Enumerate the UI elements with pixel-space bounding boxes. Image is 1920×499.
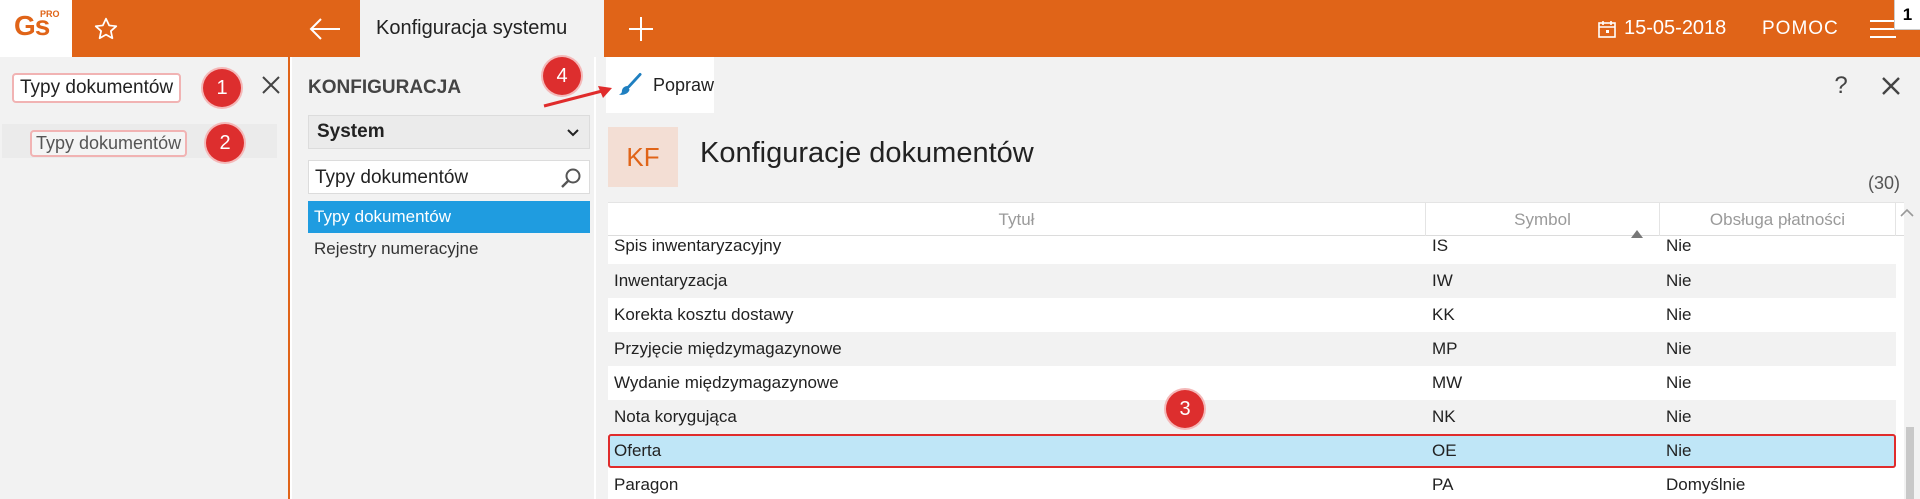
callout-3: 3	[1166, 390, 1204, 428]
close-icon[interactable]	[1876, 71, 1906, 101]
callout-1: 1	[203, 69, 241, 107]
configuration-title: KONFIGURACJA	[308, 77, 462, 98]
cell-title: Nota korygująca	[614, 407, 737, 426]
column-header-symbol[interactable]: Symbol	[1426, 203, 1660, 238]
table-row[interactable]: Spis inwentaryzacyjny IS Nie	[608, 236, 1896, 264]
cell-title: Przyjęcie międzymagazynowe	[614, 339, 842, 358]
vertical-scrollbar-thumb[interactable]	[1906, 427, 1914, 499]
cell-payment: Nie	[1666, 236, 1692, 255]
step-badge: 1	[1894, 0, 1920, 30]
edit-button[interactable]: Popraw	[606, 57, 714, 113]
back-arrow-icon[interactable]	[295, 0, 355, 57]
record-count: (30)	[1868, 173, 1901, 193]
cell-title: Inwentaryzacja	[614, 271, 728, 290]
cell-symbol: PA	[1432, 475, 1454, 494]
cell-payment: Nie	[1666, 407, 1692, 426]
configuration-panel: KONFIGURACJA System Typy dokumentów Typy…	[292, 57, 594, 499]
edit-button-label: Popraw	[652, 74, 714, 95]
nav-item-rejestry-numeracyjne[interactable]: Rejestry numeracyjne	[308, 233, 590, 265]
search-input[interactable]: Typy dokumentów	[12, 73, 182, 103]
cell-symbol: MP	[1432, 339, 1458, 358]
table-header: Tytuł Symbol Obsługa płatności	[608, 203, 1904, 238]
cell-title: Oferta	[614, 441, 662, 460]
date-display[interactable]: 15-05-2018	[1598, 0, 1726, 57]
cell-title: Wydanie międzymagazynowe	[614, 373, 839, 392]
cell-payment: Nie	[1666, 373, 1692, 392]
plus-icon[interactable]	[615, 0, 667, 57]
search-panel: Typy dokumentów Typy dokumentów	[0, 57, 290, 499]
system-select[interactable]: System	[308, 115, 590, 149]
app-logo[interactable]: Gs PRO	[0, 0, 72, 57]
documents-table: Tytuł Symbol Obsługa płatności Spis inwe…	[608, 202, 1904, 499]
cell-payment: Nie	[1666, 271, 1692, 290]
search-icon[interactable]	[559, 166, 583, 195]
table-row[interactable]: Wydanie międzymagazynowe MW Nie	[608, 366, 1896, 400]
table-row[interactable]: Przyjęcie międzymagazynowe MP Nie	[608, 332, 1896, 366]
cell-payment: Nie	[1666, 305, 1692, 324]
config-filter-value: Typy dokumentów	[315, 167, 469, 188]
cell-symbol: KK	[1432, 305, 1455, 324]
column-header-obsluga-platnosci[interactable]: Obsługa płatności	[1660, 203, 1896, 236]
cell-payment: Nie	[1666, 339, 1692, 358]
date-text: 15-05-2018	[1624, 17, 1727, 39]
cell-symbol: IW	[1432, 271, 1453, 290]
star-icon[interactable]	[72, 0, 140, 57]
callout-2: 2	[206, 124, 244, 162]
calendar-icon	[1598, 20, 1616, 38]
cell-symbol: IS	[1432, 236, 1449, 255]
callout-arrow-icon	[543, 86, 612, 108]
table-row[interactable]: Inwentaryzacja IW Nie	[608, 264, 1896, 298]
help-icon[interactable]: ?	[1826, 71, 1856, 101]
cell-symbol: NK	[1432, 407, 1456, 426]
nav-item-typy-dokumentow[interactable]: Typy dokumentów	[308, 201, 590, 233]
cell-symbol: MW	[1432, 373, 1463, 392]
table-row[interactable]: Korekta kosztu dostawy KK Nie	[608, 298, 1896, 332]
scroll-up-icon[interactable]	[1900, 205, 1914, 223]
cell-title: Paragon	[614, 475, 679, 494]
column-header-symbol-label: Symbol	[1514, 210, 1571, 229]
table-row[interactable]: Nota korygująca NK Nie	[608, 400, 1896, 434]
top-bar: Gs PRO Konfiguracja systemu 15-05-2018 P…	[0, 0, 1920, 57]
column-header-tytul[interactable]: Tytuł	[608, 203, 1426, 236]
cell-payment: Domyślnie	[1666, 475, 1746, 494]
chevron-down-icon	[565, 124, 581, 145]
system-select-value: System	[317, 121, 385, 142]
table-row-selected[interactable]: Oferta OE Nie	[608, 434, 1896, 468]
page-title: Konfiguracje dokumentów	[700, 137, 1034, 169]
config-filter-input[interactable]: Typy dokumentów	[308, 160, 590, 194]
logo-sub: PRO	[40, 9, 60, 19]
module-badge: KF	[608, 127, 678, 187]
tab-konfiguracja-systemu[interactable]: Konfiguracja systemu	[360, 0, 604, 57]
search-result-label[interactable]: Typy dokumentów	[30, 130, 188, 157]
cell-title: Korekta kosztu dostawy	[614, 305, 794, 324]
brush-icon	[618, 72, 642, 95]
cell-payment: Nie	[1666, 441, 1692, 460]
table-row[interactable]: Paragon PA Domyślnie	[608, 468, 1896, 499]
cell-title: Spis inwentaryzacyjny	[614, 236, 782, 255]
cell-symbol: OE	[1432, 441, 1457, 460]
content-area: Popraw ? KF Konfiguracje dokumentów (30)…	[596, 57, 1920, 499]
help-link[interactable]: POMOC	[1762, 0, 1839, 57]
clear-search-icon[interactable]	[257, 71, 285, 99]
